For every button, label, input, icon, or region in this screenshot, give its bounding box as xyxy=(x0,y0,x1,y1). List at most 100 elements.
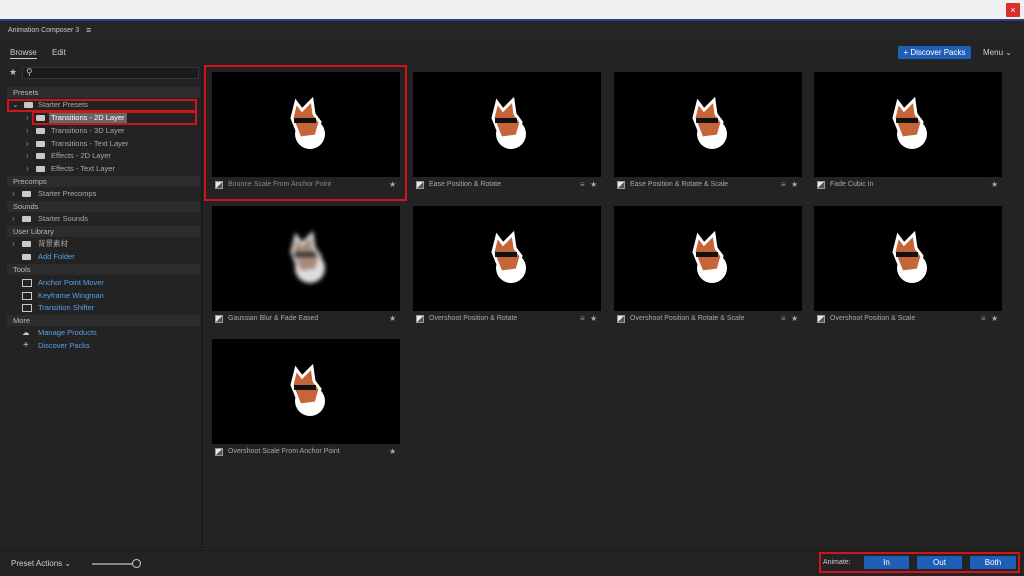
section-presets: Presets xyxy=(7,87,200,98)
favorites-star-icon[interactable]: ★ xyxy=(9,67,17,78)
chevron-right-icon[interactable]: › xyxy=(26,112,29,124)
preset-label-row: Gaussian Blur & Fade Eased ★ xyxy=(212,314,400,326)
chevron-right-icon[interactable]: › xyxy=(26,125,29,137)
tab-browse[interactable]: Browse xyxy=(10,48,37,59)
preset-thumbnail[interactable] xyxy=(614,206,802,311)
preset-actions-dropdown[interactable]: Preset Actions ⌄ xyxy=(11,559,71,568)
manage-products-link[interactable]: ☁ Manage Products xyxy=(7,327,200,339)
preset-thumbnail[interactable] xyxy=(413,72,601,177)
mascot-image xyxy=(692,96,727,149)
menu-lines-icon[interactable]: ≡ xyxy=(580,180,585,189)
tree-item-transitions-3d[interactable]: › Transitions - 3D Layer xyxy=(7,125,200,137)
menu-lines-icon[interactable]: ≡ xyxy=(981,314,986,323)
chevron-right-icon[interactable]: › xyxy=(12,238,15,250)
panel-header: Animation Composer 3 ≡ xyxy=(0,23,1024,40)
tool-transition-shifter[interactable]: Transition Shifter xyxy=(7,302,200,314)
chevron-right-icon[interactable]: › xyxy=(12,188,15,200)
tool-keyframe-wingman[interactable]: Keyframe Wingman xyxy=(7,290,200,302)
discover-packs-link[interactable]: + Discover Packs xyxy=(7,340,200,352)
preset-label-row: Overshoot Position & Scale ≡ ★ xyxy=(814,314,1002,326)
preset-thumbnail[interactable] xyxy=(212,206,400,311)
section-sounds: Sounds xyxy=(7,201,200,212)
preset-card[interactable]: Gaussian Blur & Fade Eased ★ xyxy=(212,206,400,331)
tree-item-user-folder[interactable]: › 背景素材 xyxy=(7,238,200,250)
preset-type-icon xyxy=(416,181,424,189)
favorite-star-icon[interactable]: ★ xyxy=(590,180,597,189)
favorite-star-icon[interactable]: ★ xyxy=(389,314,396,323)
tab-edit[interactable]: Edit xyxy=(52,48,66,57)
favorite-star-icon[interactable]: ★ xyxy=(791,314,798,323)
preset-label-row: Overshoot Scale From Anchor Point ★ xyxy=(212,447,400,459)
tree-item-starter-precomps[interactable]: › Starter Precomps xyxy=(7,188,200,200)
preset-label: Overshoot Scale From Anchor Point xyxy=(228,448,340,455)
chevron-right-icon[interactable]: › xyxy=(12,213,15,225)
tool-label: Transition Shifter xyxy=(38,303,95,312)
chevron-right-icon[interactable]: › xyxy=(26,150,29,162)
preset-label-row: Ease Position & Rotate ≡ ★ xyxy=(413,180,601,192)
add-folder-icon xyxy=(22,254,31,260)
tree-item-label: Transitions - Text Layer xyxy=(51,139,129,148)
preset-thumbnail[interactable] xyxy=(814,206,1002,311)
preset-card[interactable]: Ease Position & Rotate & Scale ≡ ★ xyxy=(614,72,802,197)
preset-card[interactable]: Overshoot Position & Rotate ≡ ★ xyxy=(413,206,601,331)
close-window-button[interactable]: × xyxy=(1006,3,1020,17)
favorite-star-icon[interactable]: ★ xyxy=(791,180,798,189)
mascot-image xyxy=(892,96,927,149)
thumbnail-size-slider[interactable] xyxy=(92,563,136,565)
tree-item-effects-2d[interactable]: › Effects - 2D Layer xyxy=(7,150,200,162)
search-input[interactable]: ⚲ xyxy=(22,67,199,79)
panel-menu-icon[interactable]: ≡ xyxy=(86,25,91,35)
preset-thumbnail[interactable] xyxy=(814,72,1002,177)
preset-label: Gaussian Blur & Fade Eased xyxy=(228,315,319,322)
folder-icon xyxy=(22,191,31,197)
favorite-star-icon[interactable]: ★ xyxy=(590,314,597,323)
folder-icon xyxy=(36,128,45,134)
preset-thumbnail[interactable] xyxy=(212,339,400,444)
sidebar-splitter[interactable] xyxy=(201,66,203,548)
highlight-box-transitions-2d xyxy=(32,111,197,125)
favorite-star-icon[interactable]: ★ xyxy=(389,447,396,456)
tool-anchor-point-mover[interactable]: Anchor Point Mover xyxy=(7,277,200,289)
tool-label: Keyframe Wingman xyxy=(38,291,104,300)
menu-lines-icon[interactable]: ≡ xyxy=(580,314,585,323)
preset-label-row: Overshoot Position & Rotate & Scale ≡ ★ xyxy=(614,314,802,326)
preset-label-row: Fade Cubic In ★ xyxy=(814,180,1002,192)
bottom-bar: Preset Actions ⌄ Animate: In Out Both xyxy=(0,550,1024,576)
tree-item-transitions-text[interactable]: › Transitions - Text Layer xyxy=(7,138,200,150)
preset-type-icon xyxy=(617,181,625,189)
tree-item-starter-sounds[interactable]: › Starter Sounds xyxy=(7,213,200,225)
preset-label: Fade Cubic In xyxy=(830,181,874,188)
plus-icon: + xyxy=(23,340,29,351)
folder-icon xyxy=(22,241,31,247)
tool-window-icon xyxy=(22,292,32,300)
chevron-right-icon[interactable]: › xyxy=(26,138,29,150)
preset-type-icon xyxy=(416,315,424,323)
add-folder-link[interactable]: Add Folder xyxy=(7,251,200,263)
favorite-star-icon[interactable]: ★ xyxy=(991,180,998,189)
discover-packs-button[interactable]: + Discover Packs xyxy=(898,46,971,59)
tab-bar: Browse Edit xyxy=(0,44,200,64)
tree-item-effects-text[interactable]: › Effects - Text Layer xyxy=(7,163,200,175)
chevron-right-icon[interactable]: › xyxy=(26,163,29,175)
preset-thumbnail[interactable] xyxy=(614,72,802,177)
folder-icon xyxy=(22,216,31,222)
preset-card[interactable]: Overshoot Position & Rotate & Scale ≡ ★ xyxy=(614,206,802,331)
slider-handle[interactable] xyxy=(132,559,141,568)
menu-lines-icon[interactable]: ≡ xyxy=(781,180,786,189)
mascot-image xyxy=(290,363,325,416)
preset-card[interactable]: Overshoot Scale From Anchor Point ★ xyxy=(212,339,400,464)
menu-dropdown[interactable]: Menu ⌄ xyxy=(983,48,1012,57)
folder-icon xyxy=(36,153,45,159)
favorite-star-icon[interactable]: ★ xyxy=(991,314,998,323)
add-folder-label: Add Folder xyxy=(38,252,75,261)
preset-thumbnail[interactable] xyxy=(413,206,601,311)
preset-label-row: Overshoot Position & Rotate ≡ ★ xyxy=(413,314,601,326)
preset-card[interactable]: Overshoot Position & Scale ≡ ★ xyxy=(814,206,1002,331)
preset-type-icon xyxy=(215,315,223,323)
cloud-icon: ☁ xyxy=(22,328,30,337)
mascot-image xyxy=(491,230,526,283)
menu-lines-icon[interactable]: ≡ xyxy=(781,314,786,323)
preset-card[interactable]: Fade Cubic In ★ xyxy=(814,72,1002,197)
preset-card[interactable]: Ease Position & Rotate ≡ ★ xyxy=(413,72,601,197)
preset-label: Overshoot Position & Rotate & Scale xyxy=(630,315,745,322)
